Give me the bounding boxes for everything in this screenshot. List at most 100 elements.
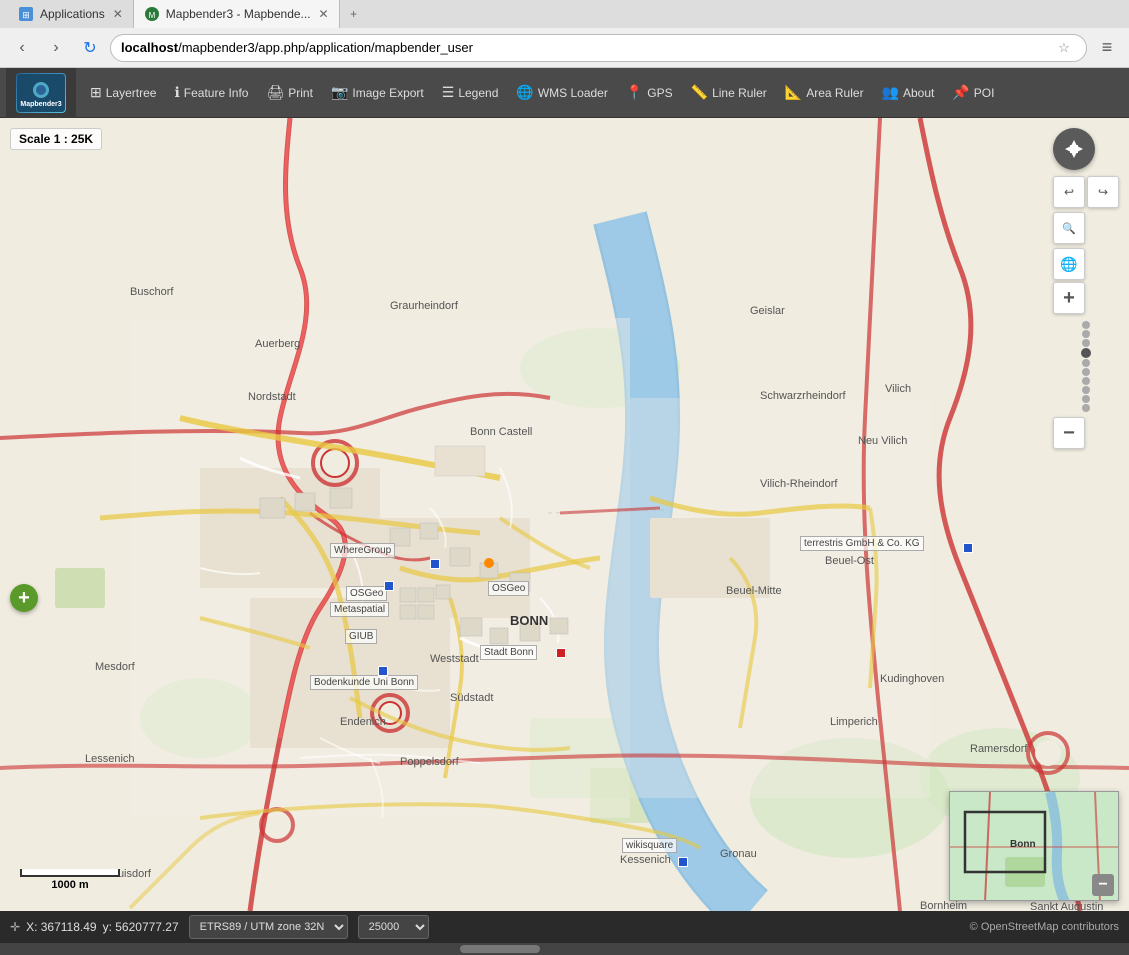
map-label: Weststadt xyxy=(430,653,479,665)
map-marker[interactable] xyxy=(384,581,394,591)
address-bar[interactable]: localhost/mapbender3/app.php/application… xyxy=(110,34,1087,62)
map-label: Beuel-Mitte xyxy=(726,585,782,597)
print-label: Print xyxy=(288,86,313,100)
legend-icon: ☰ xyxy=(442,84,455,101)
about-label: About xyxy=(903,86,934,100)
print-icon: 🖨 xyxy=(266,84,284,101)
tab-mapbender-close[interactable]: ✕ xyxy=(319,7,329,21)
map-marker[interactable] xyxy=(678,857,688,867)
tab-mapbender[interactable]: M Mapbender3 - Mapbende... ✕ xyxy=(134,0,340,28)
area-ruler-label: Area Ruler xyxy=(806,86,863,100)
map-add-button[interactable]: + xyxy=(10,584,38,612)
map-label: wikisquare xyxy=(622,838,677,853)
about-button[interactable]: 👥 About xyxy=(874,78,943,107)
zoom-in-button[interactable]: + xyxy=(1053,282,1085,314)
tab-mapbender-label: Mapbender3 - Mapbende... xyxy=(166,7,311,21)
app-logo: Mapbender3 xyxy=(6,68,76,118)
map-label: Kessenich xyxy=(620,854,671,866)
mini-map[interactable]: Bonn − xyxy=(949,791,1119,901)
crs-select[interactable]: ETRS89 / UTM zone 32N WGS 84 Pseudo-Merc… xyxy=(189,915,348,939)
y-coordinate: y: 5620777.27 xyxy=(103,920,179,934)
mapbender-logo: Mapbender3 xyxy=(16,73,66,113)
zoom-slider[interactable] xyxy=(1053,321,1119,412)
undo-button[interactable]: ↩ xyxy=(1053,176,1085,208)
forward-button[interactable]: › xyxy=(42,34,70,62)
map-label: Südstadt xyxy=(450,692,493,704)
poi-button[interactable]: 📌 POI xyxy=(944,78,1002,107)
zoom-to-max-button[interactable]: 🔍 xyxy=(1053,212,1085,244)
poi-icon: 📌 xyxy=(952,84,969,101)
svg-text:M: M xyxy=(148,11,155,20)
map-label: Sankt Augustin xyxy=(1030,901,1103,911)
zoom-dot-6 xyxy=(1082,368,1090,376)
map-label: BONN xyxy=(510,613,548,628)
zoom-dot-9 xyxy=(1082,395,1090,403)
map-marker[interactable] xyxy=(484,558,494,568)
tab-applications[interactable]: ⊞ Applications ✕ xyxy=(8,0,134,28)
map-marker[interactable] xyxy=(963,543,973,553)
image-export-button[interactable]: 📷 Image Export xyxy=(323,78,432,107)
reload-button[interactable]: ↻ xyxy=(76,34,104,62)
app-toolbar: Mapbender3 ⊞ Layertree ℹ Feature Info 🖨 … xyxy=(0,68,1129,118)
zoom-dot-1 xyxy=(1082,321,1090,329)
zoom-dot-2 xyxy=(1082,330,1090,338)
feature-info-button[interactable]: ℹ Feature Info xyxy=(166,78,256,107)
browser-menu-button[interactable]: ≡ xyxy=(1093,34,1121,62)
map-label: Endenich xyxy=(340,716,386,728)
map-label: Geislar xyxy=(750,305,785,317)
line-ruler-icon: 📏 xyxy=(691,84,708,101)
new-tab-button[interactable]: + xyxy=(344,4,364,24)
map-marker[interactable] xyxy=(556,648,566,658)
area-ruler-icon: 📐 xyxy=(785,84,802,101)
tab-app-icon: ⊞ xyxy=(18,6,34,22)
map-label: Bonn Castell xyxy=(470,426,532,438)
map-container[interactable]: BuschorfGraurheindorfGeislarAuerbergBonn… xyxy=(0,118,1129,911)
globe-button[interactable]: 🌐 xyxy=(1053,248,1085,280)
map-label: Graurheindorf xyxy=(390,300,458,312)
line-ruler-button[interactable]: 📏 Line Ruler xyxy=(683,78,775,107)
map-label: Buschorf xyxy=(130,286,173,298)
crosshair-icon: ✛ xyxy=(10,920,20,934)
add-icon: + xyxy=(18,587,30,610)
svg-text:Mapbender3: Mapbender3 xyxy=(20,101,61,108)
image-export-label: Image Export xyxy=(352,86,423,100)
browser-toolbar: ‹ › ↻ localhost/mapbender3/app.php/appli… xyxy=(0,28,1129,68)
tab-applications-close[interactable]: ✕ xyxy=(113,7,123,21)
map-label: OSGeo xyxy=(488,581,529,596)
legend-button[interactable]: ☰ Legend xyxy=(434,78,507,107)
zoom-dot-8 xyxy=(1082,386,1090,394)
wms-loader-button[interactable]: 🌐 WMS Loader xyxy=(508,78,615,107)
map-marker[interactable] xyxy=(430,559,440,569)
back-button[interactable]: ‹ xyxy=(8,34,36,62)
gps-button[interactable]: 📍 GPS xyxy=(618,78,681,107)
scale-select[interactable]: 25000 10000 50000 100000 xyxy=(358,915,429,939)
map-label: Bodenkunde Uni Bonn xyxy=(310,675,418,690)
feature-info-icon: ℹ xyxy=(174,84,179,101)
horizontal-scrollbar[interactable] xyxy=(0,943,1129,955)
zoom-out-button[interactable]: − xyxy=(1053,417,1085,449)
zoom-dot-10 xyxy=(1082,404,1090,412)
map-marker[interactable] xyxy=(378,666,388,676)
layertree-button[interactable]: ⊞ Layertree xyxy=(82,78,164,107)
scale-bar-line xyxy=(20,869,120,877)
map-label: WhereGroup xyxy=(330,543,395,558)
mini-map-zoom-out[interactable]: − xyxy=(1092,874,1114,896)
map-label: Schwarzrheindorf xyxy=(760,390,846,402)
print-button[interactable]: 🖨 Print xyxy=(258,78,320,107)
wms-loader-label: WMS Loader xyxy=(538,86,608,100)
scroll-thumb-horizontal[interactable] xyxy=(460,945,540,953)
zoom-dot-7 xyxy=(1082,377,1090,385)
map-label: Lessenich xyxy=(85,753,135,765)
bookmark-button[interactable]: ☆ xyxy=(1052,36,1076,60)
area-ruler-button[interactable]: 📐 Area Ruler xyxy=(777,78,872,107)
zoom-dot-4 xyxy=(1081,348,1091,358)
redo-button[interactable]: ↪ xyxy=(1087,176,1119,208)
layertree-label: Layertree xyxy=(106,86,157,100)
map-label: Poppelsdorf xyxy=(400,756,459,768)
osm-credit-text: © OpenStreetMap contributors xyxy=(970,921,1119,933)
address-text: localhost/mapbender3/app.php/application… xyxy=(121,40,1052,55)
pan-control[interactable] xyxy=(1053,128,1095,170)
map-label: GIUB xyxy=(345,629,377,644)
browser-titlebar: ⊞ Applications ✕ M Mapbender3 - Mapbende… xyxy=(0,0,1129,28)
gps-label: GPS xyxy=(647,86,672,100)
